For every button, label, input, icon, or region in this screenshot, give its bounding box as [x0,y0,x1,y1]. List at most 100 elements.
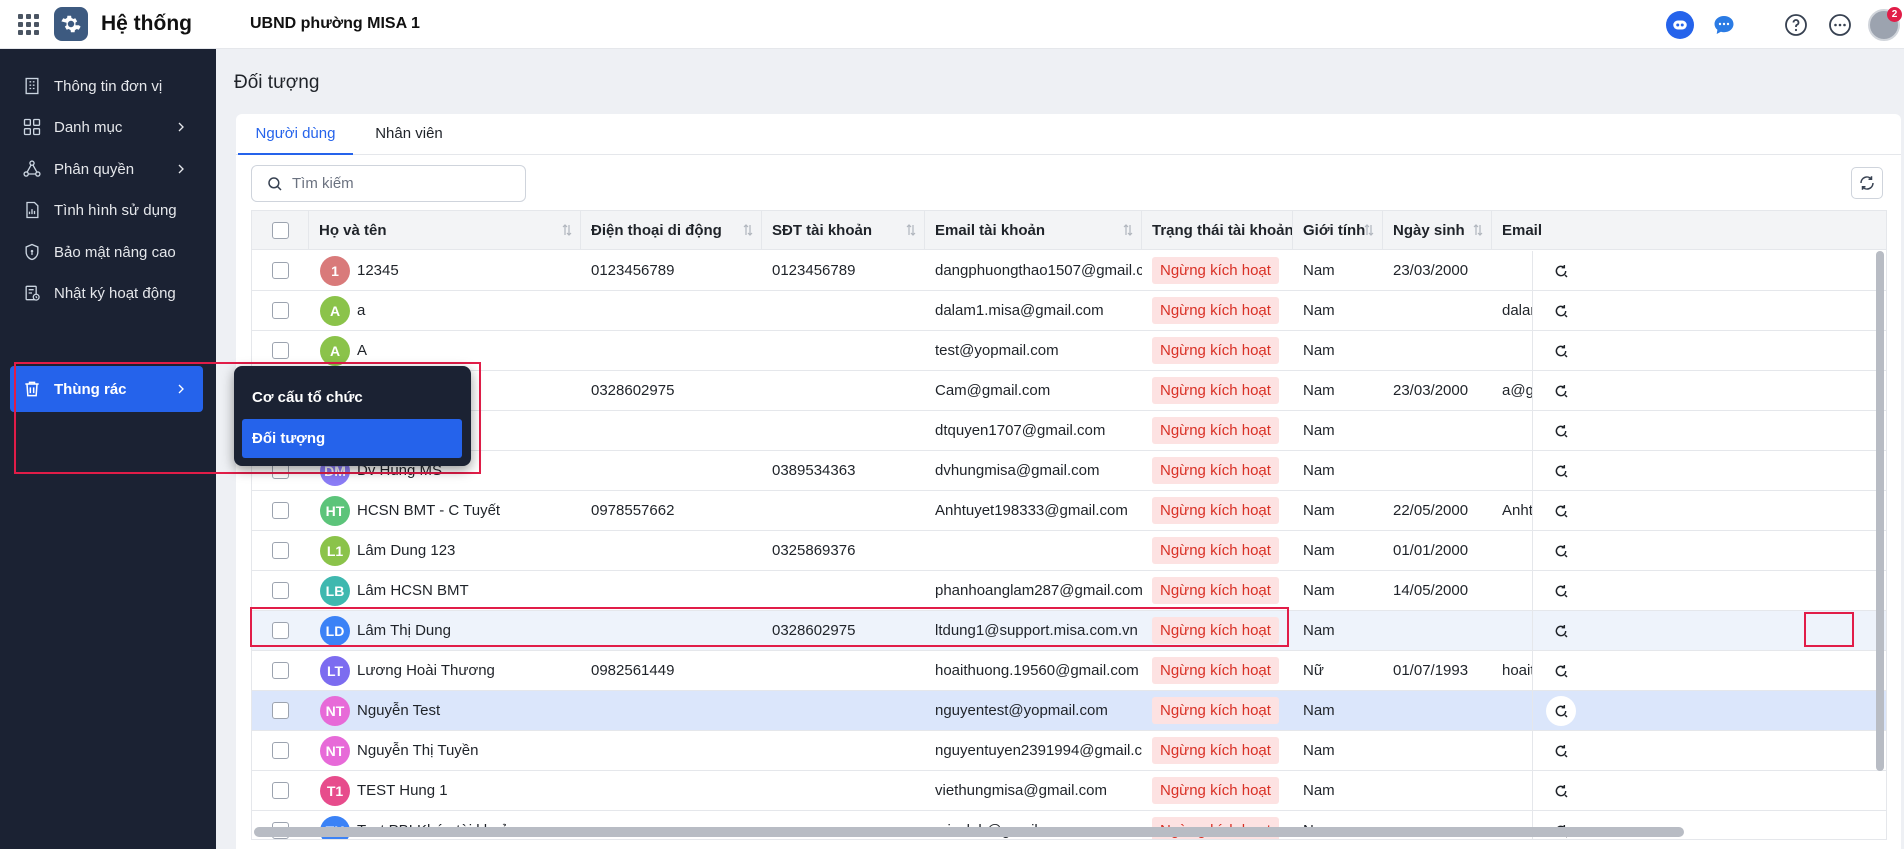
table-row[interactable]: dtquyen1707@gmail.com Ngừng kích hoạt Nam [252,411,1886,451]
table-row[interactable]: 1 12345 0123456789 0123456789 dangphuongthao… [252,251,1886,291]
status-badge: Ngừng kích hoạt [1152,297,1279,324]
cell-name: TEST Hung 1 [347,771,581,810]
cell-dob [1383,331,1492,370]
cell-text: Nguyễn Test [357,702,441,719]
sidebar-item-activity-log[interactable]: Nhật ký hoạt động [10,270,203,316]
table-row[interactable]: T1 TEST Hung 1 viethungmisa@gmail.com Ngừng… [252,771,1886,811]
help-icon[interactable] [1782,11,1810,39]
row-actions [1532,411,1588,450]
row-checkbox[interactable] [272,542,289,559]
restore-icon[interactable] [1546,416,1576,446]
sidebar-item-catalog[interactable]: Danh mục [10,104,203,150]
cell-text: dvhungmisa@gmail.com [935,462,1100,479]
cell-text: Cam@gmail.com [935,382,1051,399]
restore-icon[interactable] [1546,576,1576,606]
status-badge: Ngừng kích hoạt [1152,537,1279,564]
row-actions [1532,491,1588,530]
flyout-item-objects[interactable]: Đối tượng [242,419,462,458]
cell-text: Anhtuyet198333@gmail.com [935,502,1128,519]
select-all-checkbox[interactable] [272,222,289,239]
restore-icon[interactable] [1546,776,1576,806]
log-icon [20,281,44,305]
org-name[interactable]: UBND phường MISA 1 [250,15,420,33]
restore-icon[interactable] [1546,496,1576,526]
cell-mobile [581,771,762,810]
sidebar-item-unit-info[interactable]: Thông tin đơn vị [10,63,203,109]
table-row[interactable]: LT Lương Hoài Thương 0982561449 hoaithuong.… [252,651,1886,691]
sidebar-item-security[interactable]: Bảo mật nâng cao [10,229,203,275]
row-checkbox[interactable] [272,302,289,319]
sidebar-item-usage[interactable]: Tình hình sử dụng [10,187,203,233]
column-header[interactable]: Giới tính [1293,211,1383,250]
table-row[interactable]: A Atest@yopmail.com Ngừng kích hoạt Nam [252,331,1886,371]
cell-text: Nam [1303,422,1335,439]
cell-text: Nam [1303,582,1335,599]
user-avatar[interactable]: 2 [1868,6,1902,41]
apps-grid-icon[interactable] [16,12,40,36]
table-row[interactable]: DM Dv Hung MS 0389534363 dvhungmisa@gmail.c… [252,451,1886,491]
restore-icon[interactable] [1546,456,1576,486]
tab-users[interactable]: Người dùng [238,114,353,155]
table-row[interactable]: NT Nguyễn Test nguyentest@yopmail.com Ngừng… [252,691,1886,731]
status-badge: Ngừng kích hoạt [1152,377,1279,404]
row-checkbox[interactable] [272,502,289,519]
row-checkbox[interactable] [272,262,289,279]
table-row[interactable]: 0328602975 Cam@gmail.com Ngừng kích hoạt Na… [252,371,1886,411]
cell-account-email: test@yopmail.com [925,331,1142,370]
settings-logo-icon [54,7,88,41]
row-checkbox[interactable] [272,662,289,679]
sidebar-item-permissions[interactable]: Phân quyền [10,146,203,192]
status-badge: Ngừng kích hoạt [1152,737,1279,764]
row-checkbox[interactable] [272,342,289,359]
cell-mobile [581,571,762,610]
search-input[interactable] [292,175,492,192]
column-header[interactable]: Trạng thái tài khoản [1142,211,1293,250]
row-checkbox[interactable] [272,742,289,759]
cell-status: Ngừng kích hoạt [1142,691,1293,730]
table-row[interactable]: LB Lâm HCSN BMT phanhoanglam287@gmail.com N… [252,571,1886,611]
restore-icon[interactable] [1546,336,1576,366]
sidebar-item-trash[interactable]: Thùng rác [10,366,203,412]
column-header[interactable]: Email [1492,211,1582,250]
horizontal-scrollbar[interactable] [254,827,1684,837]
flyout-item-org-structure[interactable]: Cơ cấu tổ chức [242,378,462,417]
restore-icon[interactable] [1546,616,1576,646]
column-header[interactable]: Email tài khoản [925,211,1142,250]
more-icon[interactable] [1826,11,1854,39]
table-row[interactable]: Aa dalam1.misa@gmail.com Ngừng kích hoạt Na… [252,291,1886,331]
row-checkbox[interactable] [272,782,289,799]
restore-icon[interactable] [1546,256,1576,286]
restore-icon[interactable] [1546,296,1576,326]
avatar: T1 [320,776,350,806]
table-row[interactable]: LD Lâm Thị Dung 0328602975 ltdung1@support.… [252,611,1886,651]
table-row[interactable]: HT HCSN BMT - C Tuyết 0978557662 Anhtuyet19… [252,491,1886,531]
restore-icon[interactable] [1545,695,1576,726]
table-row[interactable]: NT Nguyễn Thị Tuyền nguyentuyen2391994@gma… [252,731,1886,771]
column-header[interactable]: Điện thoại di động [581,211,762,250]
vertical-scrollbar[interactable] [1876,251,1884,771]
restore-icon[interactable] [1546,536,1576,566]
ai-assistant-icon[interactable] [1666,10,1694,39]
cell-text: Nam [1303,542,1335,559]
row-checkbox[interactable] [272,582,289,599]
table-row[interactable]: L1 Lâm Dung 123 0325869376 Ngừng kích hoạt N… [252,531,1886,571]
row-checkbox[interactable] [272,702,289,719]
cell-status: Ngừng kích hoạt [1142,611,1293,650]
cell-status: Ngừng kích hoạt [1142,251,1293,290]
refresh-button[interactable] [1851,167,1883,199]
cell-text: Nam [1303,302,1335,319]
restore-icon[interactable] [1546,656,1576,686]
report-icon [20,198,44,222]
tab-employees[interactable]: Nhân viên [359,114,459,155]
cell-dob [1383,731,1492,770]
column-header[interactable]: SĐT tài khoản [762,211,925,250]
cell-text: 0978557662 [591,502,675,519]
sidebar-item-label: Phân quyền [54,160,135,178]
restore-icon[interactable] [1546,736,1576,766]
row-checkbox[interactable] [272,622,289,639]
column-header[interactable]: Ngày sinh [1383,211,1492,250]
cell-text: dalam1.misa@gmail.com [935,302,1104,319]
column-header[interactable]: Họ và tên [309,211,581,250]
restore-icon[interactable] [1546,376,1576,406]
chat-icon[interactable] [1710,11,1738,39]
